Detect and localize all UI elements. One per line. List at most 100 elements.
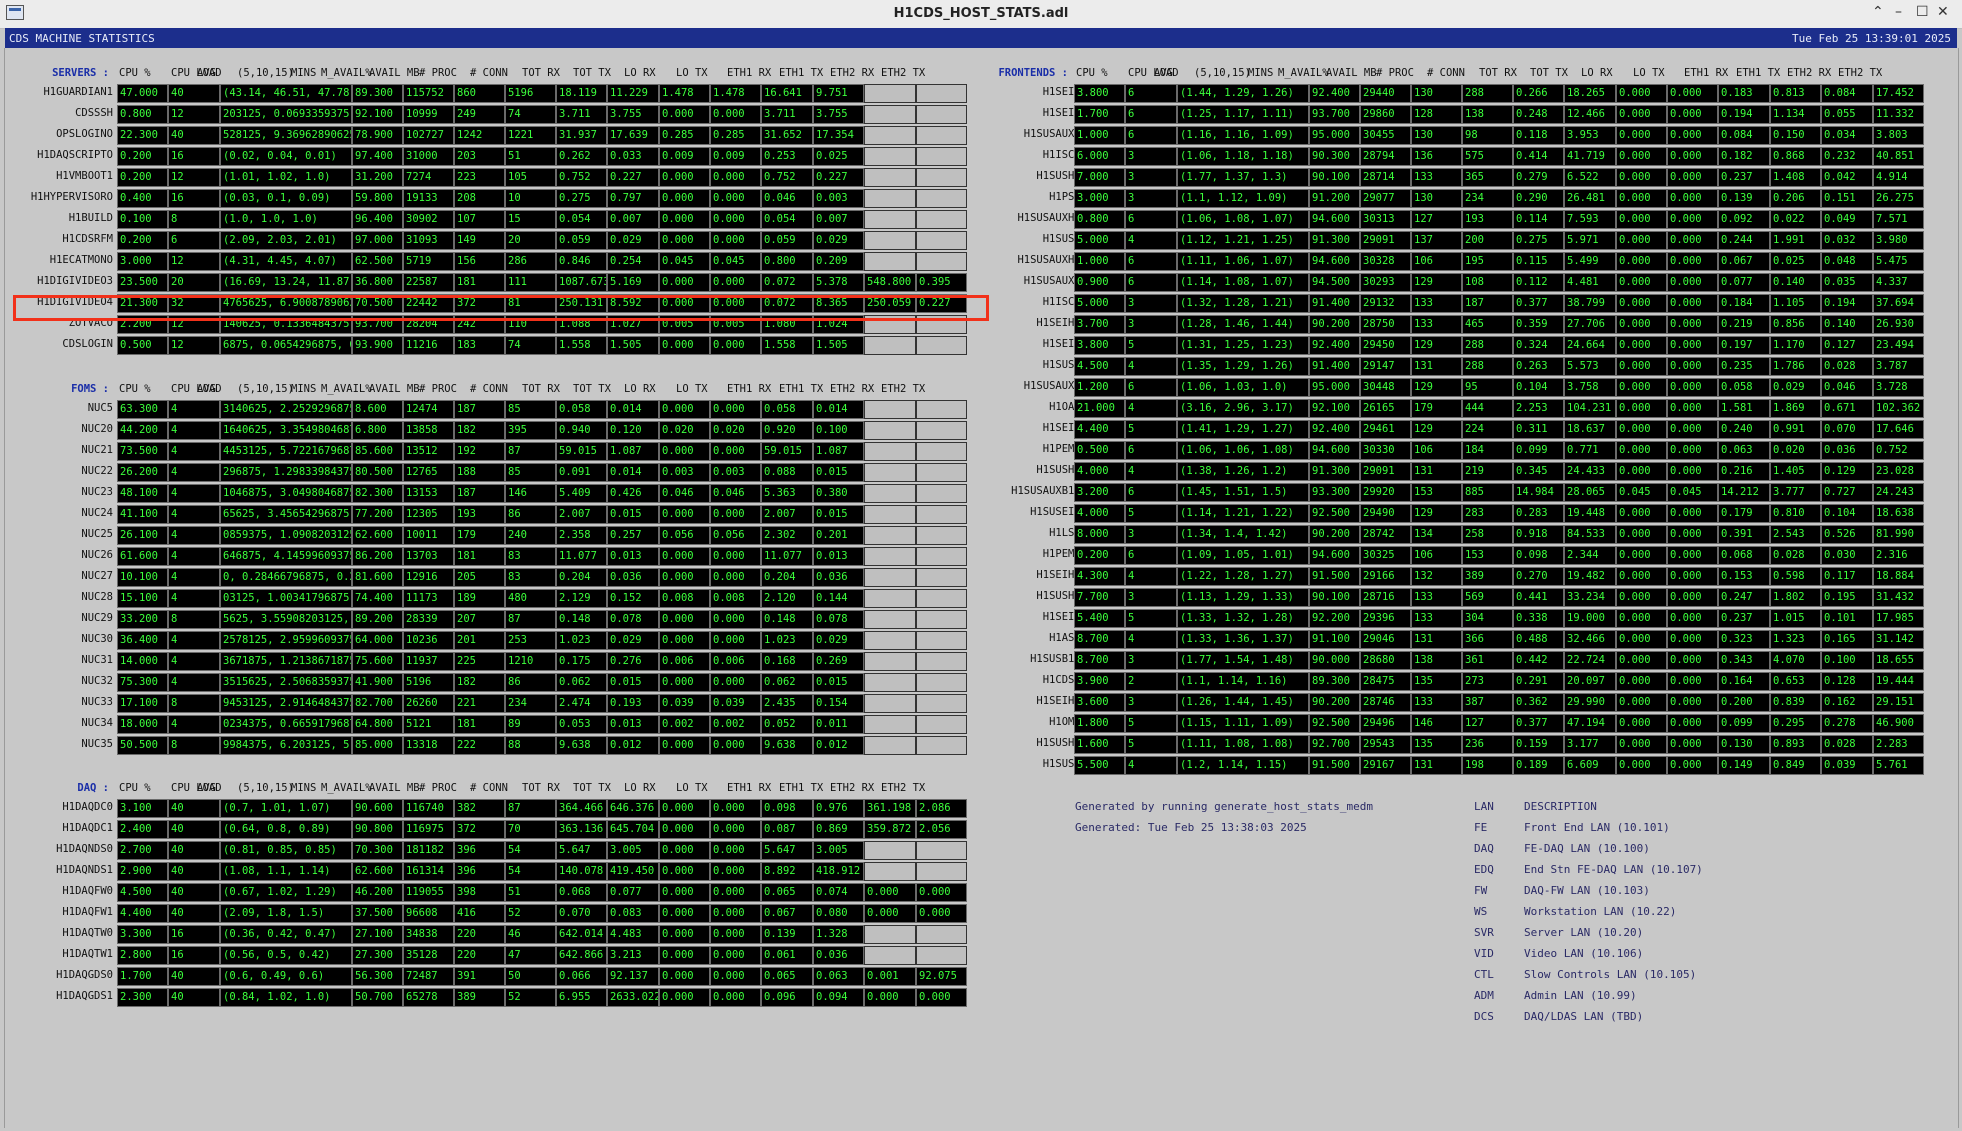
stat-cell: 0.084 [1821,84,1873,103]
stat-cell: 234 [505,694,556,713]
stat-cell: 0.976 [813,799,864,818]
stat-cell: 0.059 [761,231,813,250]
stat-cell: 111 [505,273,556,292]
stat-cell: 3.200 [1074,483,1125,502]
stat-cell: 0.000 [710,988,761,1007]
stat-cell: 0.000 [710,946,761,965]
stat-cell: 6875, 0.0654296875, 0.029 [220,336,352,355]
stat-cell: 3.980 [1873,231,1924,250]
stat-cell: 208 [454,189,505,208]
stat-cell: 5.499 [1564,252,1616,271]
stat-cell: 0.000 [710,273,761,292]
host-name: H1SEIH7 [1042,107,1087,119]
stat-cell: 89.300 [1309,672,1360,691]
stat-cell: 11937 [403,652,454,671]
stat-cell: 20 [505,231,556,250]
stat-cell: 0.000 [1616,672,1667,691]
stat-cell: 0.036 [813,568,864,587]
stat-cell: 90.100 [1309,588,1360,607]
stat-cell: 4.000 [1074,462,1125,481]
stat-cell: 0.058 [761,400,813,419]
stat-cell: 0.000 [1616,336,1667,355]
stat-cell: (4.31, 4.45, 4.07) [220,252,352,271]
stat-cell: 18.655 [1873,651,1924,670]
maximize-icon[interactable]: ☐ [1916,4,1929,20]
stat-cell: 0.275 [556,189,607,208]
host-name: H1SEIEX [1042,611,1087,623]
stat-cell: 3 [1125,693,1177,712]
servers-col-header: (5,10,15) [237,67,294,79]
stat-cell: 5.500 [1074,756,1125,775]
stat-cell: 80.500 [352,463,403,482]
stat-cell: 30325 [1360,546,1411,565]
host-name: NUC35 [81,738,113,750]
stat-cell: 5.647 [556,841,607,860]
frontends-col-header: AVAIL MB [1326,67,1377,79]
stat-cell: 0.012 [813,736,864,755]
stat-cell: 77.200 [352,505,403,524]
stat-cell: 30328 [1360,252,1411,271]
stat-cell: 75.600 [352,652,403,671]
legend-desc: Server LAN (10.20) [1524,926,1644,939]
stat-cell: 382 [454,799,505,818]
stat-cell: 0.752 [761,168,813,187]
stat-cell: 0.000 [916,988,967,1007]
legend-header-desc: DESCRIPTION [1524,800,1597,813]
daq-col-header: LO RX [624,782,656,794]
host-name: NUC26 [81,549,113,561]
stat-cell: 0.000 [1667,462,1718,481]
stat-cell: 7.593 [1564,210,1616,229]
stat-cell: 26.275 [1873,189,1924,208]
stat-cell: 0.112 [1513,273,1564,292]
stat-cell: 29091 [1360,231,1411,250]
stat-cell: 133 [1411,609,1462,628]
stat-cell: 0.000 [1616,315,1667,334]
stat-cell: 0.000 [710,210,761,229]
stat-cell: 0.338 [1513,609,1564,628]
stat-cell: 0.219 [1718,315,1770,334]
stat-cell: 3.300 [117,925,168,944]
stat-cell: (0.67, 1.02, 1.29) [220,883,352,902]
legend-code: FE [1474,821,1488,834]
stat-cell: 0.029 [813,231,864,250]
stat-cell: 2.700 [117,841,168,860]
collapse-icon[interactable]: ⌃ [1872,4,1884,20]
stat-cell: 8.892 [761,862,813,881]
stat-cell: 146 [1411,714,1462,733]
stat-cell: 24.664 [1564,336,1616,355]
minimize-icon[interactable]: – [1895,4,1902,20]
frontends-col-header: TOT TX [1530,67,1568,79]
stat-cell: 4 [168,442,220,461]
stat-cell: 0.101 [1821,609,1873,628]
stat-cell: 36.800 [352,273,403,292]
stat-cell: 1.786 [1770,357,1821,376]
stat-cell: 2.316 [1873,546,1924,565]
stat-cell: 575 [1462,147,1513,166]
stat-cell: 6 [1125,252,1177,271]
stat-cell: 223 [454,168,505,187]
stat-cell: (1.33, 1.32, 1.28) [1177,609,1309,628]
close-icon[interactable]: ✕ [1937,4,1949,20]
stat-cell: 0.164 [1718,672,1770,691]
stat-cell: 86 [505,505,556,524]
stat-cell: 153 [1462,546,1513,565]
stat-cell: 116740 [403,799,454,818]
stat-cell: 0.030 [1821,546,1873,565]
stat-cell: 184 [1462,441,1513,460]
stat-cell: 1046875, 3.0498046875, 2.8 [220,484,352,503]
frontends-col-header: AVG [1154,67,1173,79]
host-name: OPSLOGINO [56,128,113,140]
empty-cell [864,946,916,965]
stat-cell: 0.813 [1770,84,1821,103]
empty-cell [864,126,916,145]
stat-cell: 0.266 [1513,84,1564,103]
stat-cell: 0.015 [813,463,864,482]
stat-cell: 90.300 [1309,147,1360,166]
stat-cell: (0.64, 0.8, 0.89) [220,820,352,839]
stat-cell: 0.000 [1667,231,1718,250]
stat-cell: 0.154 [813,694,864,713]
stat-cell: 0.279 [1513,168,1564,187]
stat-cell: 0.020 [710,421,761,440]
stat-cell: 3 [1125,315,1177,334]
stat-cell: 0.000 [1616,441,1667,460]
